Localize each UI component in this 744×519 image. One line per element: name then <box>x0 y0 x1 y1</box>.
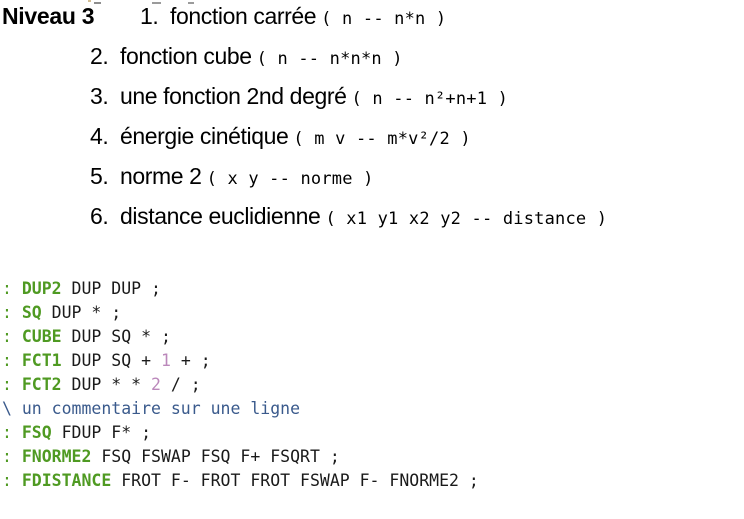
exercise-stack-effect: ( n -- n*n*n ) <box>256 49 403 69</box>
exercise-number: 5. <box>90 163 109 189</box>
code-comment: \ un commentaire sur une ligne <box>2 399 301 418</box>
code-line: : DUP2 DUP DUP ; <box>2 277 742 301</box>
code-line: : FSQ FDUP F* ; <box>2 421 742 445</box>
exercise-stack-effect: ( n -- n*n ) <box>321 9 447 29</box>
word-body: DUP * * <box>61 375 152 394</box>
code-line: : FDISTANCE FROT F- FROT FROT FSWAP F- F… <box>2 469 742 493</box>
word-name: FNORME2 <box>21 447 92 466</box>
exercise-item: 2. fonction cube( n -- n*n*n ) <box>90 42 403 73</box>
colon-definition-token: : <box>2 447 12 466</box>
word-body: FDUP F* ; <box>51 423 152 442</box>
word-body: DUP SQ * ; <box>61 327 171 346</box>
slide-content-area: Niveau 3 1. fonction carrée( n -- n*n ) 2… <box>0 0 744 252</box>
exercise-item: 5. norme 2( x y -- norme ) <box>90 162 374 193</box>
exercise-number: 1. <box>140 3 159 29</box>
word-body-continued: / ; <box>160 375 201 394</box>
exercise-item: 6. distance euclidienne( x1 y1 x2 y2 -- … <box>90 202 607 233</box>
word-name: SQ <box>21 303 42 322</box>
exercise-stack-effect: ( x1 y1 x2 y2 -- distance ) <box>325 209 608 229</box>
word-name: FDISTANCE <box>21 471 112 490</box>
code-line: : SQ DUP * ; <box>2 301 742 325</box>
exercise-label: norme 2 <box>120 163 202 189</box>
exercise-item: 1. fonction carrée( n -- n*n ) <box>140 2 446 33</box>
code-line: : FCT2 DUP * * 2 / ; <box>2 373 742 397</box>
code-line: : FCT1 DUP SQ + 1 + ; <box>2 349 742 373</box>
exercise-stack-effect: ( n -- n²+n+1 ) <box>351 89 509 109</box>
exercise-item: 3. une fonction 2nd degré( n -- n²+n+1 ) <box>90 82 508 113</box>
colon-definition-token: : <box>2 327 12 346</box>
exercise-stack-effect: ( m v -- m*v²/2 ) <box>293 129 471 149</box>
exercise-number: 3. <box>90 83 109 109</box>
word-body: DUP SQ + <box>61 351 161 370</box>
word-body: FSQ FSWAP FSQ F+ FSQRT ; <box>91 447 340 466</box>
exercise-label: distance euclidienne <box>120 203 321 229</box>
word-body: FROT F- FROT FROT FSWAP F- FNORME2 ; <box>111 471 479 490</box>
forth-code-block: : DUP2 DUP DUP ;: SQ DUP * ;: CUBE DUP S… <box>2 277 742 493</box>
exercise-label: fonction carrée <box>170 3 317 29</box>
colon-definition-token: : <box>2 303 12 322</box>
slide-title: Niveau 3 <box>2 3 95 29</box>
exercise-item: 4. énergie cinétique( m v -- m*v²/2 ) <box>90 122 471 153</box>
word-body: DUP DUP ; <box>61 279 161 298</box>
word-name: FSQ <box>21 423 52 442</box>
colon-definition-token: : <box>2 279 12 298</box>
exercise-label: énergie cinétique <box>120 123 289 149</box>
word-name: CUBE <box>21 327 62 346</box>
exercise-number: 4. <box>90 123 109 149</box>
colon-definition-token: : <box>2 351 12 370</box>
numeric-literal: 1 <box>160 351 171 370</box>
exercise-stack-effect: ( x y -- norme ) <box>206 169 374 189</box>
word-name: DUP2 <box>21 279 62 298</box>
word-name: FCT2 <box>21 375 62 394</box>
exercise-label: une fonction 2nd degré <box>120 83 347 109</box>
exercise-number: 2. <box>90 43 109 69</box>
word-body-continued: + ; <box>170 351 211 370</box>
colon-definition-token: : <box>2 423 12 442</box>
word-body: DUP * ; <box>41 303 122 322</box>
code-line: : FNORME2 FSQ FSWAP FSQ F+ FSQRT ; <box>2 445 742 469</box>
exercise-label: fonction cube <box>120 43 252 69</box>
exercise-number: 6. <box>90 203 109 229</box>
code-line: : CUBE DUP SQ * ; <box>2 325 742 349</box>
colon-definition-token: : <box>2 471 12 490</box>
code-line: \ un commentaire sur une ligne <box>2 397 742 421</box>
numeric-literal: 2 <box>151 375 161 394</box>
colon-definition-token: : <box>2 375 12 394</box>
word-name: FCT1 <box>21 351 62 370</box>
